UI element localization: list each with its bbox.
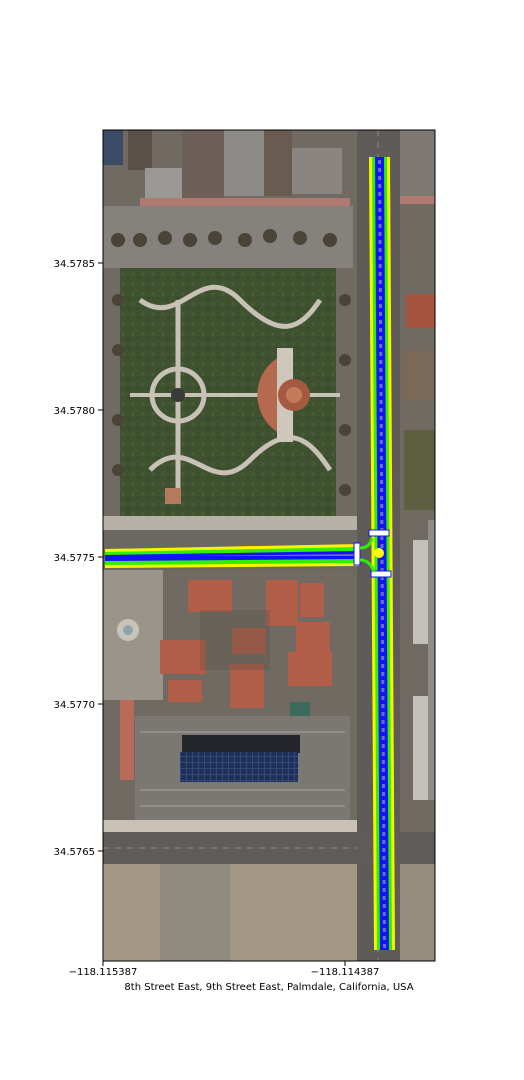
x-tick-label: −118.114387 — [311, 967, 380, 978]
y-tick-label: 34.5785 — [54, 259, 95, 270]
map-caption: 8th Street East, 9th Street East, Palmda… — [124, 982, 413, 993]
y-axis: 34.5785 34.5780 34.5775 34.5770 34.5765 — [54, 259, 103, 858]
y-tick-label: 34.5770 — [54, 700, 95, 711]
y-tick-label: 34.5780 — [54, 406, 95, 417]
y-tick-label: 34.5775 — [54, 553, 95, 564]
x-axis: −118.115387 −118.114387 — [69, 961, 380, 978]
y-tick-label: 34.5765 — [54, 847, 95, 858]
x-tick-label: −118.115387 — [69, 967, 138, 978]
map-figure: 34.5785 34.5780 34.5775 34.5770 34.5765 … — [54, 129, 436, 993]
